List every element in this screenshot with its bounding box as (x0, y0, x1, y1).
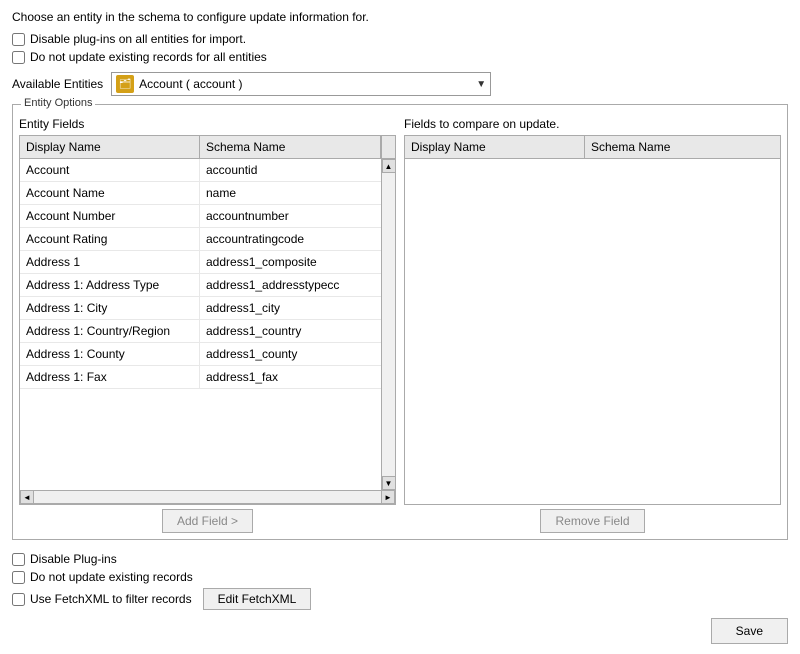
left-cell-schema: address1_country (200, 320, 381, 342)
entity-icon: 🗂 (116, 75, 134, 93)
left-table-row[interactable]: Address 1: Fax address1_fax (20, 366, 381, 389)
left-cell-schema: accountratingcode (200, 228, 381, 250)
right-col-display-header: Display Name (405, 136, 585, 158)
no-update-checkbox[interactable] (12, 571, 25, 584)
left-table-row[interactable]: Account Name name (20, 182, 381, 205)
left-table-row[interactable]: Account accountid (20, 159, 381, 182)
left-cell-display: Address 1: City (20, 297, 200, 319)
no-update-all-checkbox[interactable] (12, 51, 25, 64)
left-cell-display: Account Rating (20, 228, 200, 250)
add-field-button[interactable]: Add Field > (162, 509, 253, 533)
left-cell-display: Address 1: Country/Region (20, 320, 200, 342)
left-panel: Entity Fields Display Name Schema Name A… (19, 117, 396, 533)
left-cell-display: Address 1: Fax (20, 366, 200, 388)
no-update-label: Do not update existing records (30, 570, 193, 584)
right-panel: Fields to compare on update. Display Nam… (404, 117, 781, 533)
top-checkbox-row-1: Disable plug-ins on all entities for imp… (12, 32, 788, 46)
entity-select-text: Account ( account ) (139, 77, 472, 91)
bottom-checkbox-row-3: Use FetchXML to filter records Edit Fetc… (12, 588, 788, 610)
top-checkboxes: Disable plug-ins on all entities for imp… (12, 32, 788, 64)
left-cell-display: Address 1: Address Type (20, 274, 200, 296)
left-scroll-h-track (34, 490, 381, 504)
panels-row: Entity Fields Display Name Schema Name A… (19, 117, 781, 533)
left-scroll-left-icon[interactable]: ◄ (20, 490, 34, 504)
edit-fetchxml-button[interactable]: Edit FetchXML (203, 588, 312, 610)
disable-plugins-all-checkbox[interactable] (12, 33, 25, 46)
left-col-schema-header: Schema Name (200, 136, 381, 158)
fetchxml-checkbox[interactable] (12, 593, 25, 606)
left-table-body: Account accountid Account Name name Acco… (20, 159, 381, 490)
left-col-display-header: Display Name (20, 136, 200, 158)
left-table-row[interactable]: Address 1: County address1_county (20, 343, 381, 366)
available-entities-row: Available Entities 🗂 Account ( account )… (12, 72, 788, 96)
left-cell-display: Account (20, 159, 200, 181)
left-cell-display: Address 1 (20, 251, 200, 273)
footer-row: Save (12, 618, 788, 644)
left-vertical-scrollbar[interactable]: ▲ ▼ (381, 159, 395, 490)
entity-select-dropdown[interactable]: 🗂 Account ( account ) ▼ (111, 72, 491, 96)
disable-plugins-checkbox[interactable] (12, 553, 25, 566)
left-table-row[interactable]: Address 1 address1_composite (20, 251, 381, 274)
right-table-body (405, 159, 780, 504)
add-field-btn-row: Add Field > (19, 509, 396, 533)
top-description: Choose an entity in the schema to config… (12, 10, 788, 24)
right-col-schema-header: Schema Name (585, 136, 780, 158)
right-panel-title: Fields to compare on update. (404, 117, 781, 131)
left-cell-schema: address1_county (200, 343, 381, 365)
entity-options-legend: Entity Options (21, 97, 95, 109)
left-table-row[interactable]: Address 1: City address1_city (20, 297, 381, 320)
no-update-all-label: Do not update existing records for all e… (30, 50, 267, 64)
top-checkbox-row-2: Do not update existing records for all e… (12, 50, 788, 64)
left-table-row[interactable]: Account Number accountnumber (20, 205, 381, 228)
left-table-row[interactable]: Address 1: Address Type address1_address… (20, 274, 381, 297)
entity-options-group: Entity Options Entity Fields Display Nam… (12, 104, 788, 540)
disable-plugins-all-label: Disable plug-ins on all entities for imp… (30, 32, 246, 46)
left-scroll-right-icon[interactable]: ► (381, 490, 395, 504)
left-cell-display: Account Number (20, 205, 200, 227)
save-button[interactable]: Save (711, 618, 788, 644)
entity-dropdown-arrow-icon: ▼ (476, 79, 486, 90)
right-table-header: Display Name Schema Name (405, 136, 780, 159)
left-cell-schema: address1_addresstypecc (200, 274, 381, 296)
left-cell-display: Account Name (20, 182, 200, 204)
disable-plugins-label: Disable Plug-ins (30, 552, 117, 566)
main-container: Choose an entity in the schema to config… (0, 0, 800, 654)
left-table-row[interactable]: Address 1: Country/Region address1_count… (20, 320, 381, 343)
remove-field-btn-row: Remove Field (404, 509, 781, 533)
left-table-row[interactable]: Account Rating accountratingcode (20, 228, 381, 251)
left-cell-schema: accountnumber (200, 205, 381, 227)
left-cell-schema: name (200, 182, 381, 204)
bottom-checkbox-row-1: Disable Plug-ins (12, 552, 788, 566)
left-cell-schema: address1_composite (200, 251, 381, 273)
left-cell-schema: address1_city (200, 297, 381, 319)
available-entities-label: Available Entities (12, 77, 103, 91)
left-scroll-up-icon[interactable]: ▲ (382, 159, 396, 173)
left-scroll-track (382, 173, 395, 476)
left-table-header: Display Name Schema Name (20, 136, 395, 159)
remove-field-button[interactable]: Remove Field (540, 509, 644, 533)
left-panel-title: Entity Fields (19, 117, 396, 131)
left-cell-display: Address 1: County (20, 343, 200, 365)
left-cell-schema: address1_fax (200, 366, 381, 388)
left-cell-schema: accountid (200, 159, 381, 181)
left-scroll-down-icon[interactable]: ▼ (382, 476, 396, 490)
bottom-checkbox-row-2: Do not update existing records (12, 570, 788, 584)
left-horizontal-scrollbar[interactable]: ◄ ► (20, 490, 395, 504)
fetchxml-label: Use FetchXML to filter records (30, 592, 192, 606)
bottom-checkboxes: Disable Plug-ins Do not update existing … (12, 552, 788, 610)
